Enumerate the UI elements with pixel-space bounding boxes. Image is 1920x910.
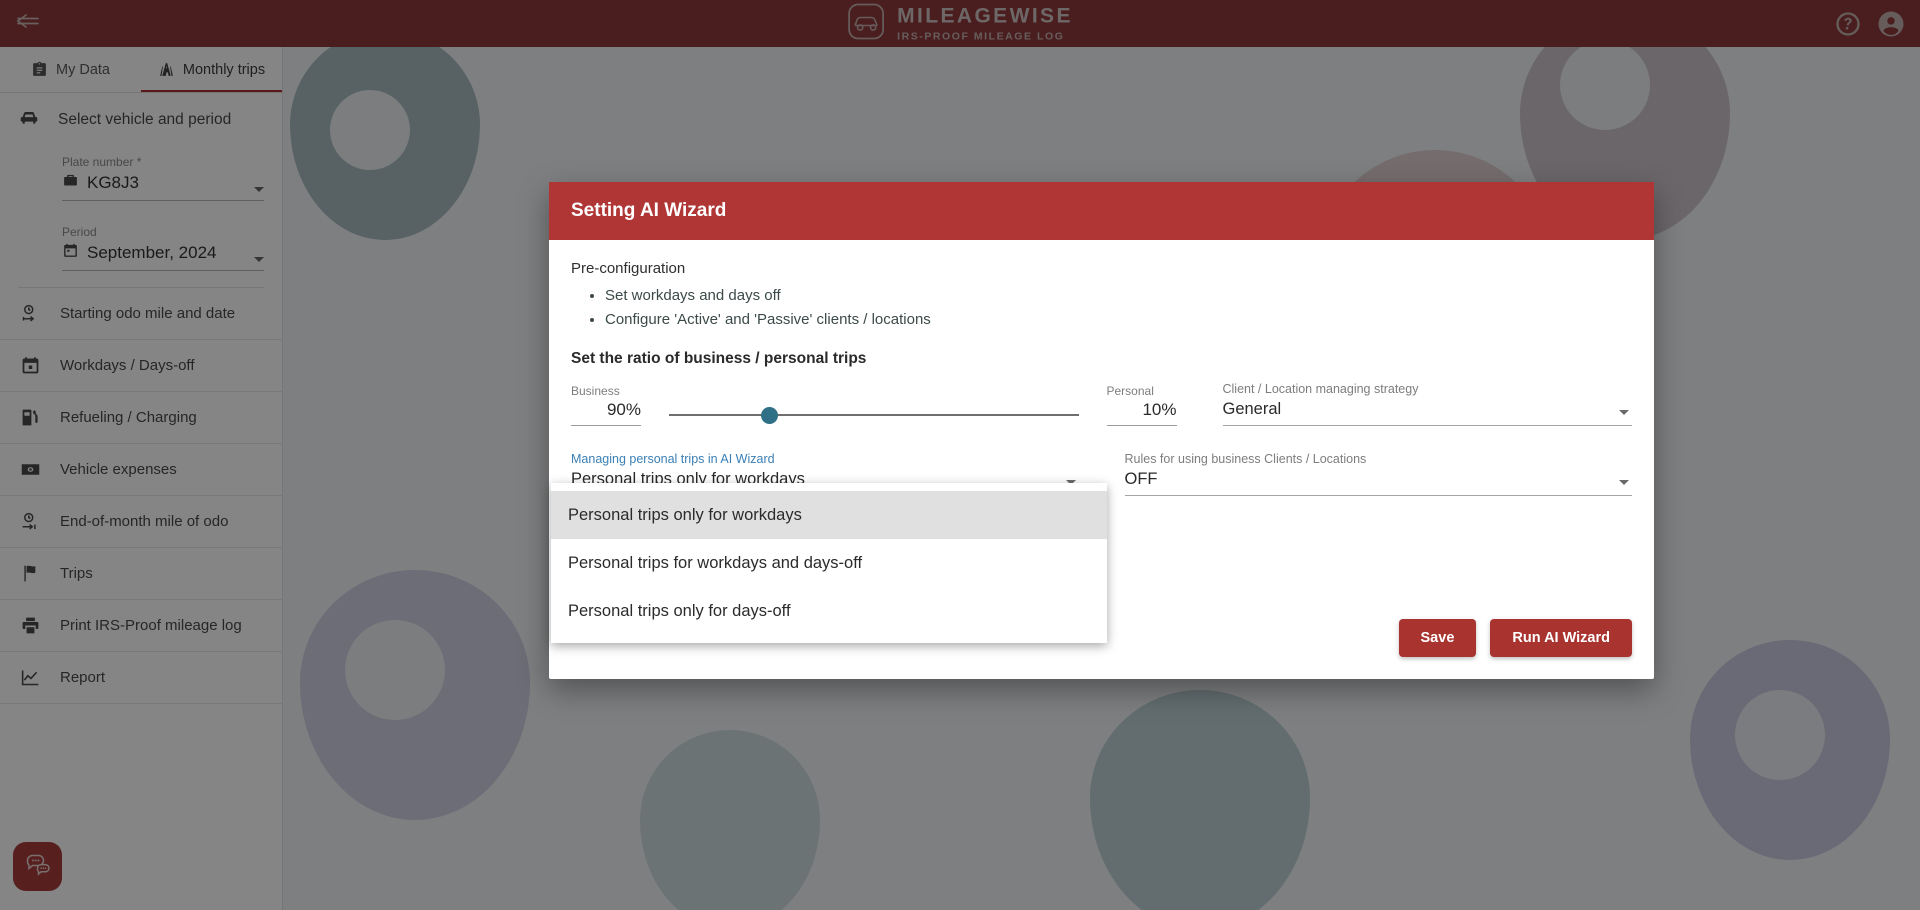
dropdown-option[interactable]: Personal trips only for workdays bbox=[551, 491, 1107, 539]
business-label: Business bbox=[571, 384, 620, 398]
business-rules-label: Rules for using business Clients / Locat… bbox=[1124, 452, 1367, 466]
business-rules-value: OFF bbox=[1124, 470, 1632, 496]
app-root: MILEAGEWISE IRS-PROOF MILEAGE LOG My Dat… bbox=[0, 0, 1920, 910]
business-rules-select[interactable]: Rules for using business Clients / Locat… bbox=[1124, 452, 1632, 496]
personal-trips-dropdown-panel: Personal trips only for workdays Persona… bbox=[551, 483, 1107, 643]
personal-label: Personal bbox=[1106, 384, 1154, 398]
client-location-strategy-select[interactable]: Client / Location managing strategy Gene… bbox=[1222, 382, 1632, 426]
bullet-item: Configure 'Active' and 'Passive' clients… bbox=[605, 311, 1632, 328]
preconfiguration-bullets: Set workdays and days off Configure 'Act… bbox=[605, 287, 1632, 328]
dialog-header: Setting AI Wizard bbox=[549, 182, 1654, 240]
chevron-down-icon[interactable] bbox=[1619, 480, 1629, 485]
chevron-down-icon[interactable] bbox=[1619, 410, 1629, 415]
ratio-section-title: Set the ratio of business / personal tri… bbox=[571, 350, 867, 367]
business-value: 90% bbox=[571, 400, 641, 426]
run-ai-wizard-button[interactable]: Run AI Wizard bbox=[1490, 619, 1632, 657]
ratio-row: Business 90% Personal 10% Client / Locat… bbox=[571, 382, 1632, 426]
dropdown-option[interactable]: Personal trips only for days-off bbox=[551, 587, 1107, 635]
right-column: Rules for using business Clients / Locat… bbox=[1124, 452, 1632, 587]
save-button[interactable]: Save bbox=[1398, 619, 1477, 657]
bullet-item: Set workdays and days off bbox=[605, 287, 1632, 304]
preconfiguration-title: Pre-configuration bbox=[571, 260, 686, 277]
dropdown-option-label: Personal trips for workdays and days-off bbox=[568, 553, 863, 572]
business-percent-field[interactable]: Business 90% bbox=[571, 384, 641, 426]
business-personal-slider[interactable] bbox=[641, 392, 1107, 426]
dropdown-option-label: Personal trips only for days-off bbox=[568, 601, 791, 620]
dropdown-option[interactable]: Personal trips for workdays and days-off bbox=[551, 539, 1107, 587]
managing-personal-trips-label: Managing personal trips in AI Wizard bbox=[571, 452, 775, 466]
personal-percent-field[interactable]: Personal 10% bbox=[1106, 384, 1177, 426]
slider-track bbox=[669, 414, 1079, 416]
client-location-strategy-label: Client / Location managing strategy bbox=[1222, 382, 1419, 396]
slider-thumb[interactable] bbox=[761, 407, 778, 424]
client-location-strategy-value: General bbox=[1222, 400, 1632, 426]
personal-value: 10% bbox=[1106, 400, 1177, 426]
dialog-title: Setting AI Wizard bbox=[571, 200, 727, 221]
dropdown-option-label: Personal trips only for workdays bbox=[568, 505, 802, 524]
